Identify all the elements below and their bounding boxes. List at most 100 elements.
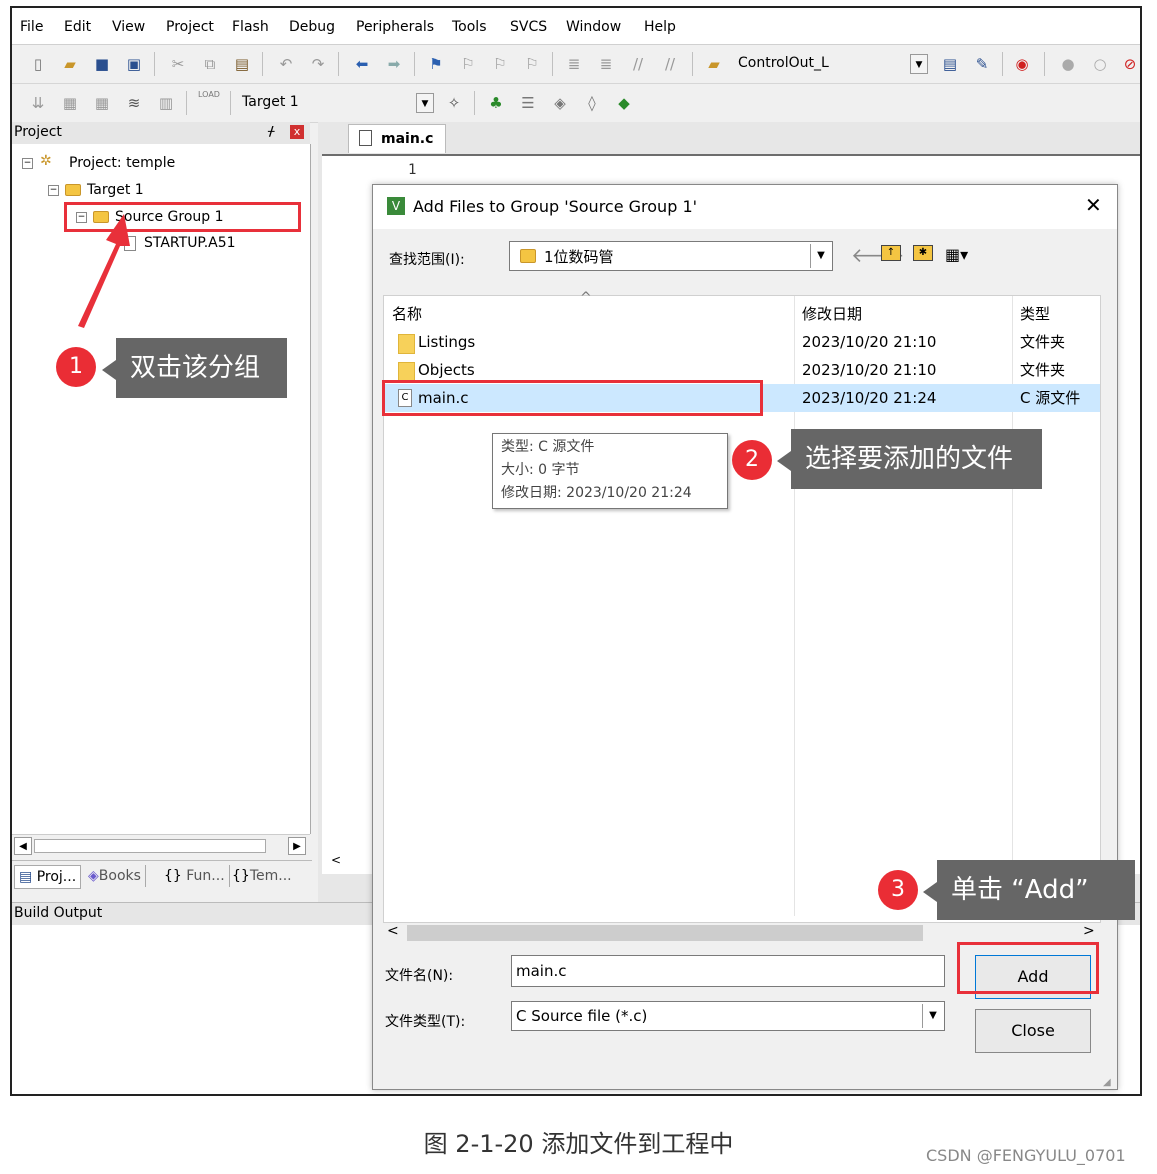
- menu-file[interactable]: File: [20, 19, 43, 35]
- target-select-text[interactable]: Target 1: [242, 94, 299, 110]
- view-menu-icon[interactable]: ▦▾: [945, 245, 968, 264]
- new-file-icon[interactable]: ▯: [28, 54, 48, 74]
- scroll-right-icon[interactable]: ▶: [288, 837, 306, 855]
- target-combo-text[interactable]: ControlOut_L: [738, 55, 829, 71]
- tab-templates[interactable]: {}Tem...: [232, 865, 296, 887]
- file-icon: [359, 130, 372, 146]
- keil-app-icon: V: [387, 197, 405, 215]
- build-icon[interactable]: ▦: [60, 93, 80, 113]
- ide-window: File Edit View Project Flash Debug Perip…: [10, 6, 1142, 1096]
- menu-view[interactable]: View: [112, 19, 145, 35]
- tree-project[interactable]: − ✲ Project: temple: [22, 152, 175, 174]
- pin-icon[interactable]: ᚋ: [268, 124, 274, 139]
- stop-build-icon[interactable]: ▥: [156, 93, 176, 113]
- download-icon[interactable]: LOAD: [198, 90, 220, 99]
- col-name[interactable]: 名称: [392, 300, 422, 328]
- editor-scroll-left-icon[interactable]: <: [326, 850, 346, 870]
- filename-label: 文件名(N):: [385, 968, 454, 984]
- filename-input[interactable]: main.c: [511, 955, 945, 987]
- incremental-find-icon[interactable]: ✎: [972, 54, 992, 74]
- collapse-icon[interactable]: −: [48, 184, 59, 196]
- tab-project[interactable]: ▤ Proj...: [14, 865, 82, 889]
- target-combo-arrow-icon[interactable]: ▼: [910, 54, 928, 74]
- menu-debug[interactable]: Debug: [289, 19, 335, 35]
- debug-start-icon[interactable]: ◉: [1012, 54, 1032, 74]
- select-pack-icon[interactable]: ◊: [582, 93, 602, 113]
- menu-peripherals[interactable]: Peripherals: [356, 19, 434, 35]
- uncomment-icon[interactable]: //: [660, 54, 680, 74]
- scroll-thumb[interactable]: [34, 839, 266, 853]
- bookmark-icon[interactable]: ⚑: [426, 54, 446, 74]
- manage-components-icon[interactable]: ♣: [486, 93, 506, 113]
- find-in-files-icon[interactable]: ▰: [704, 54, 724, 74]
- breakpoint-icon[interactable]: ●: [1058, 54, 1078, 74]
- toolbar-build: ⇊ ▦ ▦ ≋ ▥ LOAD Target 1 ▼ ✧ ♣ ☰ ◈ ◊ ◆: [12, 84, 1140, 123]
- step-2-callout: 选择要添加的文件: [777, 429, 1042, 489]
- close-icon[interactable]: x: [290, 125, 304, 139]
- watermark: CSDN @FENGYULU_0701: [926, 1146, 1126, 1165]
- col-date[interactable]: 修改日期: [802, 300, 862, 328]
- scroll-left-icon[interactable]: <: [387, 923, 399, 939]
- scroll-thumb[interactable]: [407, 925, 923, 941]
- cut-icon[interactable]: ✂: [168, 54, 188, 74]
- paste-icon[interactable]: ▤: [232, 54, 252, 74]
- toolbar-file: ▯ ▰ ■ ▣ ✂ ⧉ ▤ ↶ ↷ ⬅ ➡ ⚑ ⚐ ⚐ ⚐ ≣ ≣ // // …: [12, 45, 1140, 84]
- menu-tools[interactable]: Tools: [452, 19, 487, 35]
- filetype-dropdown-icon[interactable]: ▼: [922, 1004, 943, 1028]
- menu-help[interactable]: Help: [644, 19, 676, 35]
- menu-project[interactable]: Project: [166, 19, 214, 35]
- menu-flash[interactable]: Flash: [232, 19, 269, 35]
- translate-icon[interactable]: ⇊: [28, 93, 48, 113]
- col-type[interactable]: 类型: [1020, 300, 1050, 328]
- open-folder-icon[interactable]: ▰: [60, 54, 80, 74]
- save-icon[interactable]: ■: [92, 54, 112, 74]
- nav-forward-icon[interactable]: ➡: [384, 54, 404, 74]
- bookmark-prev-icon[interactable]: ⚐: [458, 54, 478, 74]
- indent-icon[interactable]: ≣: [564, 54, 584, 74]
- menu-edit[interactable]: Edit: [64, 19, 91, 35]
- batch-build-icon[interactable]: ≋: [124, 93, 144, 113]
- copy-icon[interactable]: ⧉: [200, 54, 220, 74]
- template-icon: {}: [232, 868, 250, 884]
- up-folder-icon[interactable]: ↑: [881, 245, 901, 261]
- scroll-right-icon[interactable]: >: [1083, 923, 1095, 939]
- close-button[interactable]: Close: [975, 1009, 1091, 1053]
- target-options-icon[interactable]: ✧: [444, 93, 464, 113]
- undo-icon[interactable]: ↶: [276, 54, 296, 74]
- redo-icon[interactable]: ↷: [308, 54, 328, 74]
- file-extensions-icon[interactable]: ☰: [518, 93, 538, 113]
- project-hscroll[interactable]: ◀ ▶: [12, 834, 310, 857]
- unindent-icon[interactable]: ≣: [596, 54, 616, 74]
- braces-icon: {}: [164, 868, 187, 884]
- tab-books[interactable]: ◈Books: [88, 865, 146, 887]
- bookmark-clear-icon[interactable]: ⚐: [522, 54, 542, 74]
- dialog-close-icon[interactable]: ✕: [1085, 193, 1102, 217]
- resize-grip-icon[interactable]: ◢: [1103, 1077, 1111, 1088]
- tree-file-startup[interactable]: STARTUP.A51: [124, 232, 236, 254]
- file-list-hscroll[interactable]: < >: [383, 923, 1101, 943]
- bookmark-next-icon[interactable]: ⚐: [490, 54, 510, 74]
- run-time-env-icon[interactable]: ◆: [614, 93, 634, 113]
- menu-svcs[interactable]: SVCS: [510, 19, 547, 35]
- list-header: 名称 修改日期 类型: [384, 300, 1100, 328]
- new-folder-icon[interactable]: ✱: [913, 245, 933, 261]
- lookin-dropdown-icon[interactable]: ▼: [810, 244, 831, 268]
- find-icon[interactable]: ▤: [940, 54, 960, 74]
- breakpoint-disable-icon[interactable]: ○: [1090, 54, 1110, 74]
- tab-functions[interactable]: {} Fun...: [164, 865, 230, 887]
- target-select-arrow-icon[interactable]: ▼: [416, 93, 434, 113]
- nav-back-icon[interactable]: ⬅: [352, 54, 372, 74]
- lookin-combo[interactable]: 1位数码管 ▼: [509, 241, 833, 271]
- rebuild-icon[interactable]: ▦: [92, 93, 112, 113]
- comment-icon[interactable]: //: [628, 54, 648, 74]
- filetype-combo[interactable]: C Source file (*.c) ▼: [511, 1001, 945, 1031]
- menu-window[interactable]: Window: [566, 19, 621, 35]
- editor-tab-main-c[interactable]: main.c: [348, 124, 446, 153]
- breakpoint-kill-icon[interactable]: ⊘: [1120, 54, 1140, 74]
- collapse-icon[interactable]: −: [22, 157, 33, 169]
- save-all-icon[interactable]: ▣: [124, 54, 144, 74]
- scroll-left-icon[interactable]: ◀: [14, 837, 32, 855]
- pack-installer-icon[interactable]: ◈: [550, 93, 570, 113]
- tree-target[interactable]: − Target 1: [48, 179, 144, 201]
- list-item[interactable]: Listings 2023/10/20 21:10 文件夹: [384, 328, 1100, 356]
